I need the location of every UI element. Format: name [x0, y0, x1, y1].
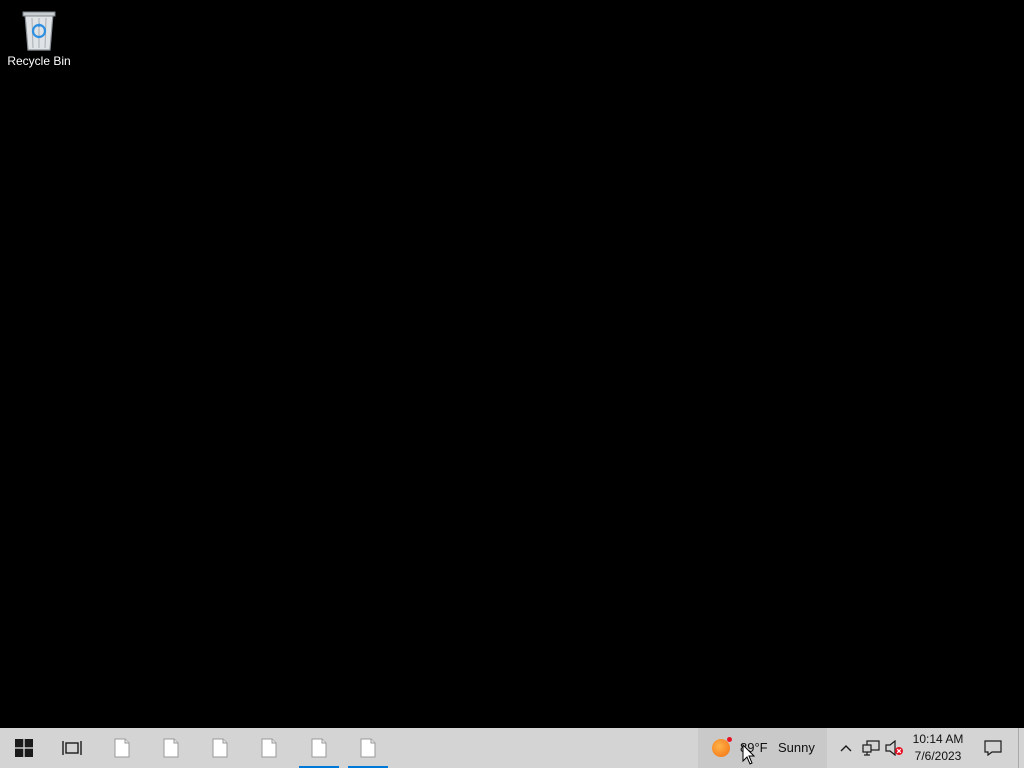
chevron-up-icon: [840, 745, 852, 752]
taskbar-app-4[interactable]: [245, 728, 293, 768]
taskbar-app-5[interactable]: [295, 728, 343, 768]
weather-widget[interactable]: 89°F Sunny: [698, 728, 827, 768]
recycle-bin-label: Recycle Bin: [7, 54, 71, 68]
clock[interactable]: 10:14 AM 7/6/2023: [906, 731, 970, 765]
show-desktop-button[interactable]: [1018, 728, 1024, 768]
action-center-button[interactable]: [978, 728, 1008, 768]
recycle-bin-shortcut[interactable]: Recycle Bin: [4, 6, 74, 76]
start-button[interactable]: [0, 728, 48, 768]
volume-muted-icon: [885, 740, 903, 756]
document-icon: [261, 738, 277, 758]
windows-logo-icon: [15, 739, 33, 757]
clock-date: 7/6/2023: [914, 749, 962, 763]
taskbar-app-2[interactable]: [147, 728, 195, 768]
recycle-bin-icon: [22, 11, 56, 51]
document-icon: [360, 738, 376, 758]
taskbar-app-3[interactable]: [196, 728, 244, 768]
network-button[interactable]: [861, 738, 881, 758]
document-icon: [311, 738, 327, 758]
show-hidden-icons-button[interactable]: [836, 738, 856, 758]
volume-button[interactable]: [885, 738, 905, 758]
desktop: Recycle Bin: [0, 0, 1024, 728]
mouse-cursor-icon: [742, 744, 756, 765]
document-icon: [163, 738, 179, 758]
taskbar-app-6[interactable]: [344, 728, 392, 768]
task-view-button[interactable]: [48, 728, 96, 768]
taskbar: 89°F Sunny 10:14 AM 7/6/2023: [0, 728, 1024, 768]
taskbar-app-1[interactable]: [98, 728, 146, 768]
document-icon: [212, 738, 228, 758]
notification-dot: [727, 737, 732, 742]
task-view-icon: [62, 741, 82, 755]
action-center-icon: [984, 740, 1002, 756]
document-icon: [114, 738, 130, 758]
weather-condition: Sunny: [778, 740, 815, 755]
clock-time: 10:14 AM: [912, 732, 964, 746]
network-icon: [862, 740, 880, 756]
